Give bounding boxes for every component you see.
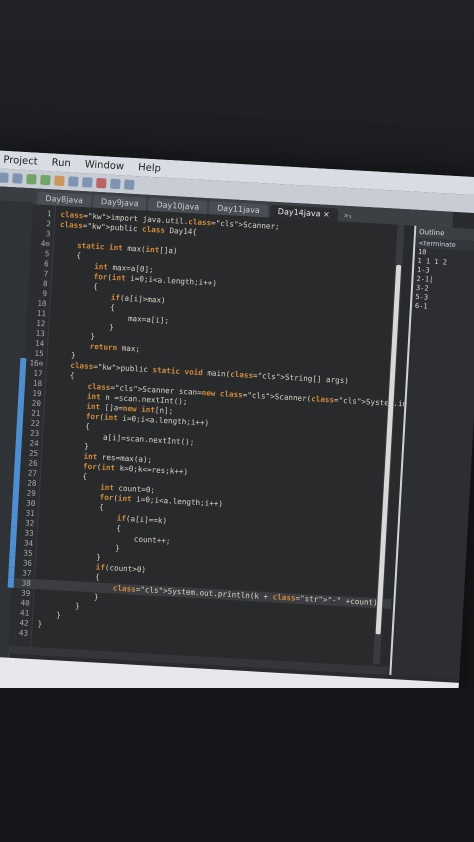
save-icon[interactable] [12,173,23,184]
line-number: 43 [18,628,29,638]
panel-header [0,185,34,203]
console-output: 10 1 1 1 2 1-3 2-1| 3-2 5-3 6-1 [412,248,474,315]
code-text[interactable]: } [37,619,42,629]
monitor-bezel [0,688,474,842]
menu-project[interactable]: Project [3,154,38,167]
debug-icon[interactable] [40,174,51,186]
menu-help[interactable]: Help [138,162,161,174]
forward-icon[interactable] [124,179,135,190]
code-area[interactable]: 1 class="kw">import java.util.class="cls"… [7,208,416,659]
menu-run[interactable]: Run [51,157,71,169]
stop-icon[interactable] [96,177,107,189]
tab-overflow[interactable]: »₁ [339,209,356,223]
console-line: 6-1 [414,301,428,311]
menu-window[interactable]: Window [84,159,124,172]
code-editor[interactable]: 1 class="kw">import java.util.class="cls"… [7,204,416,675]
package-icon[interactable] [54,175,65,187]
search-icon[interactable] [82,177,93,188]
ide-window: Project Run Window Help Day8java Day9jav… [0,150,474,717]
new-file-icon[interactable] [0,172,9,183]
back-icon[interactable] [110,178,121,190]
run-icon[interactable] [26,173,37,185]
class-icon[interactable] [68,176,79,187]
